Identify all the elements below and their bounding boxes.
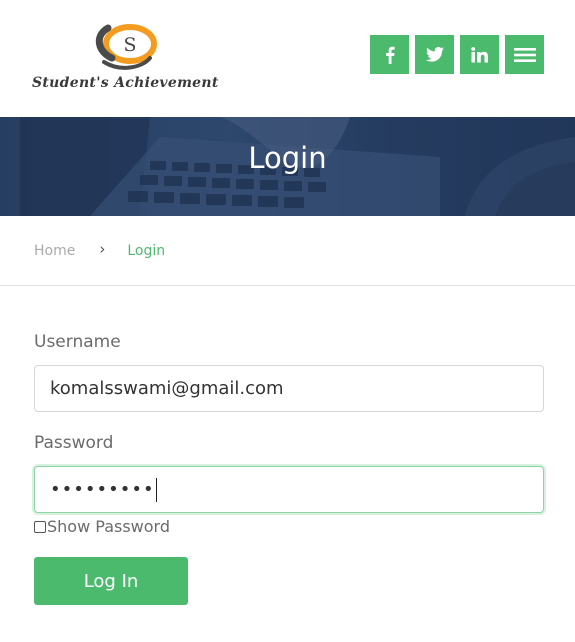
show-password-checkbox[interactable] [34, 520, 46, 533]
password-input[interactable]: ••••••••• [34, 466, 544, 513]
login-button[interactable]: Log In [34, 557, 188, 605]
text-caret [155, 477, 158, 502]
breadcrumb-home-link[interactable]: Home [34, 243, 75, 259]
brand-name: Student's Achievement [32, 75, 219, 91]
breadcrumb-current: Login [127, 242, 166, 259]
show-password-toggle[interactable]: Show Password [34, 517, 544, 536]
menu-button[interactable] [505, 35, 544, 74]
social-links [370, 35, 544, 74]
login-form: Username komalsswami@gmail.com Password … [34, 332, 544, 605]
page-banner: Login [0, 117, 575, 216]
facebook-button[interactable] [370, 35, 409, 74]
username-label: Username [34, 332, 121, 352]
linkedin-button[interactable] [460, 35, 499, 74]
username-value: komalsswami@gmail.com [50, 378, 284, 399]
logo-letter: S [123, 34, 136, 56]
logo-mark-icon: S [95, 24, 157, 70]
password-value: ••••••••• [50, 479, 155, 500]
page-title: Login [248, 141, 327, 175]
show-password-label: Show Password [47, 517, 170, 536]
linkedin-icon [471, 46, 488, 62]
breadcrumb-separator-icon: › [99, 239, 106, 258]
site-header: S Student's Achievement [0, 0, 575, 117]
breadcrumb: Home › Login [0, 216, 575, 286]
site-logo[interactable]: S Student's Achievement [32, 22, 222, 96]
username-input[interactable]: komalsswami@gmail.com [34, 365, 544, 412]
twitter-button[interactable] [415, 35, 454, 74]
facebook-icon [385, 46, 395, 64]
twitter-icon [425, 47, 444, 62]
menu-icon [513, 47, 536, 62]
password-label: Password [34, 433, 114, 453]
